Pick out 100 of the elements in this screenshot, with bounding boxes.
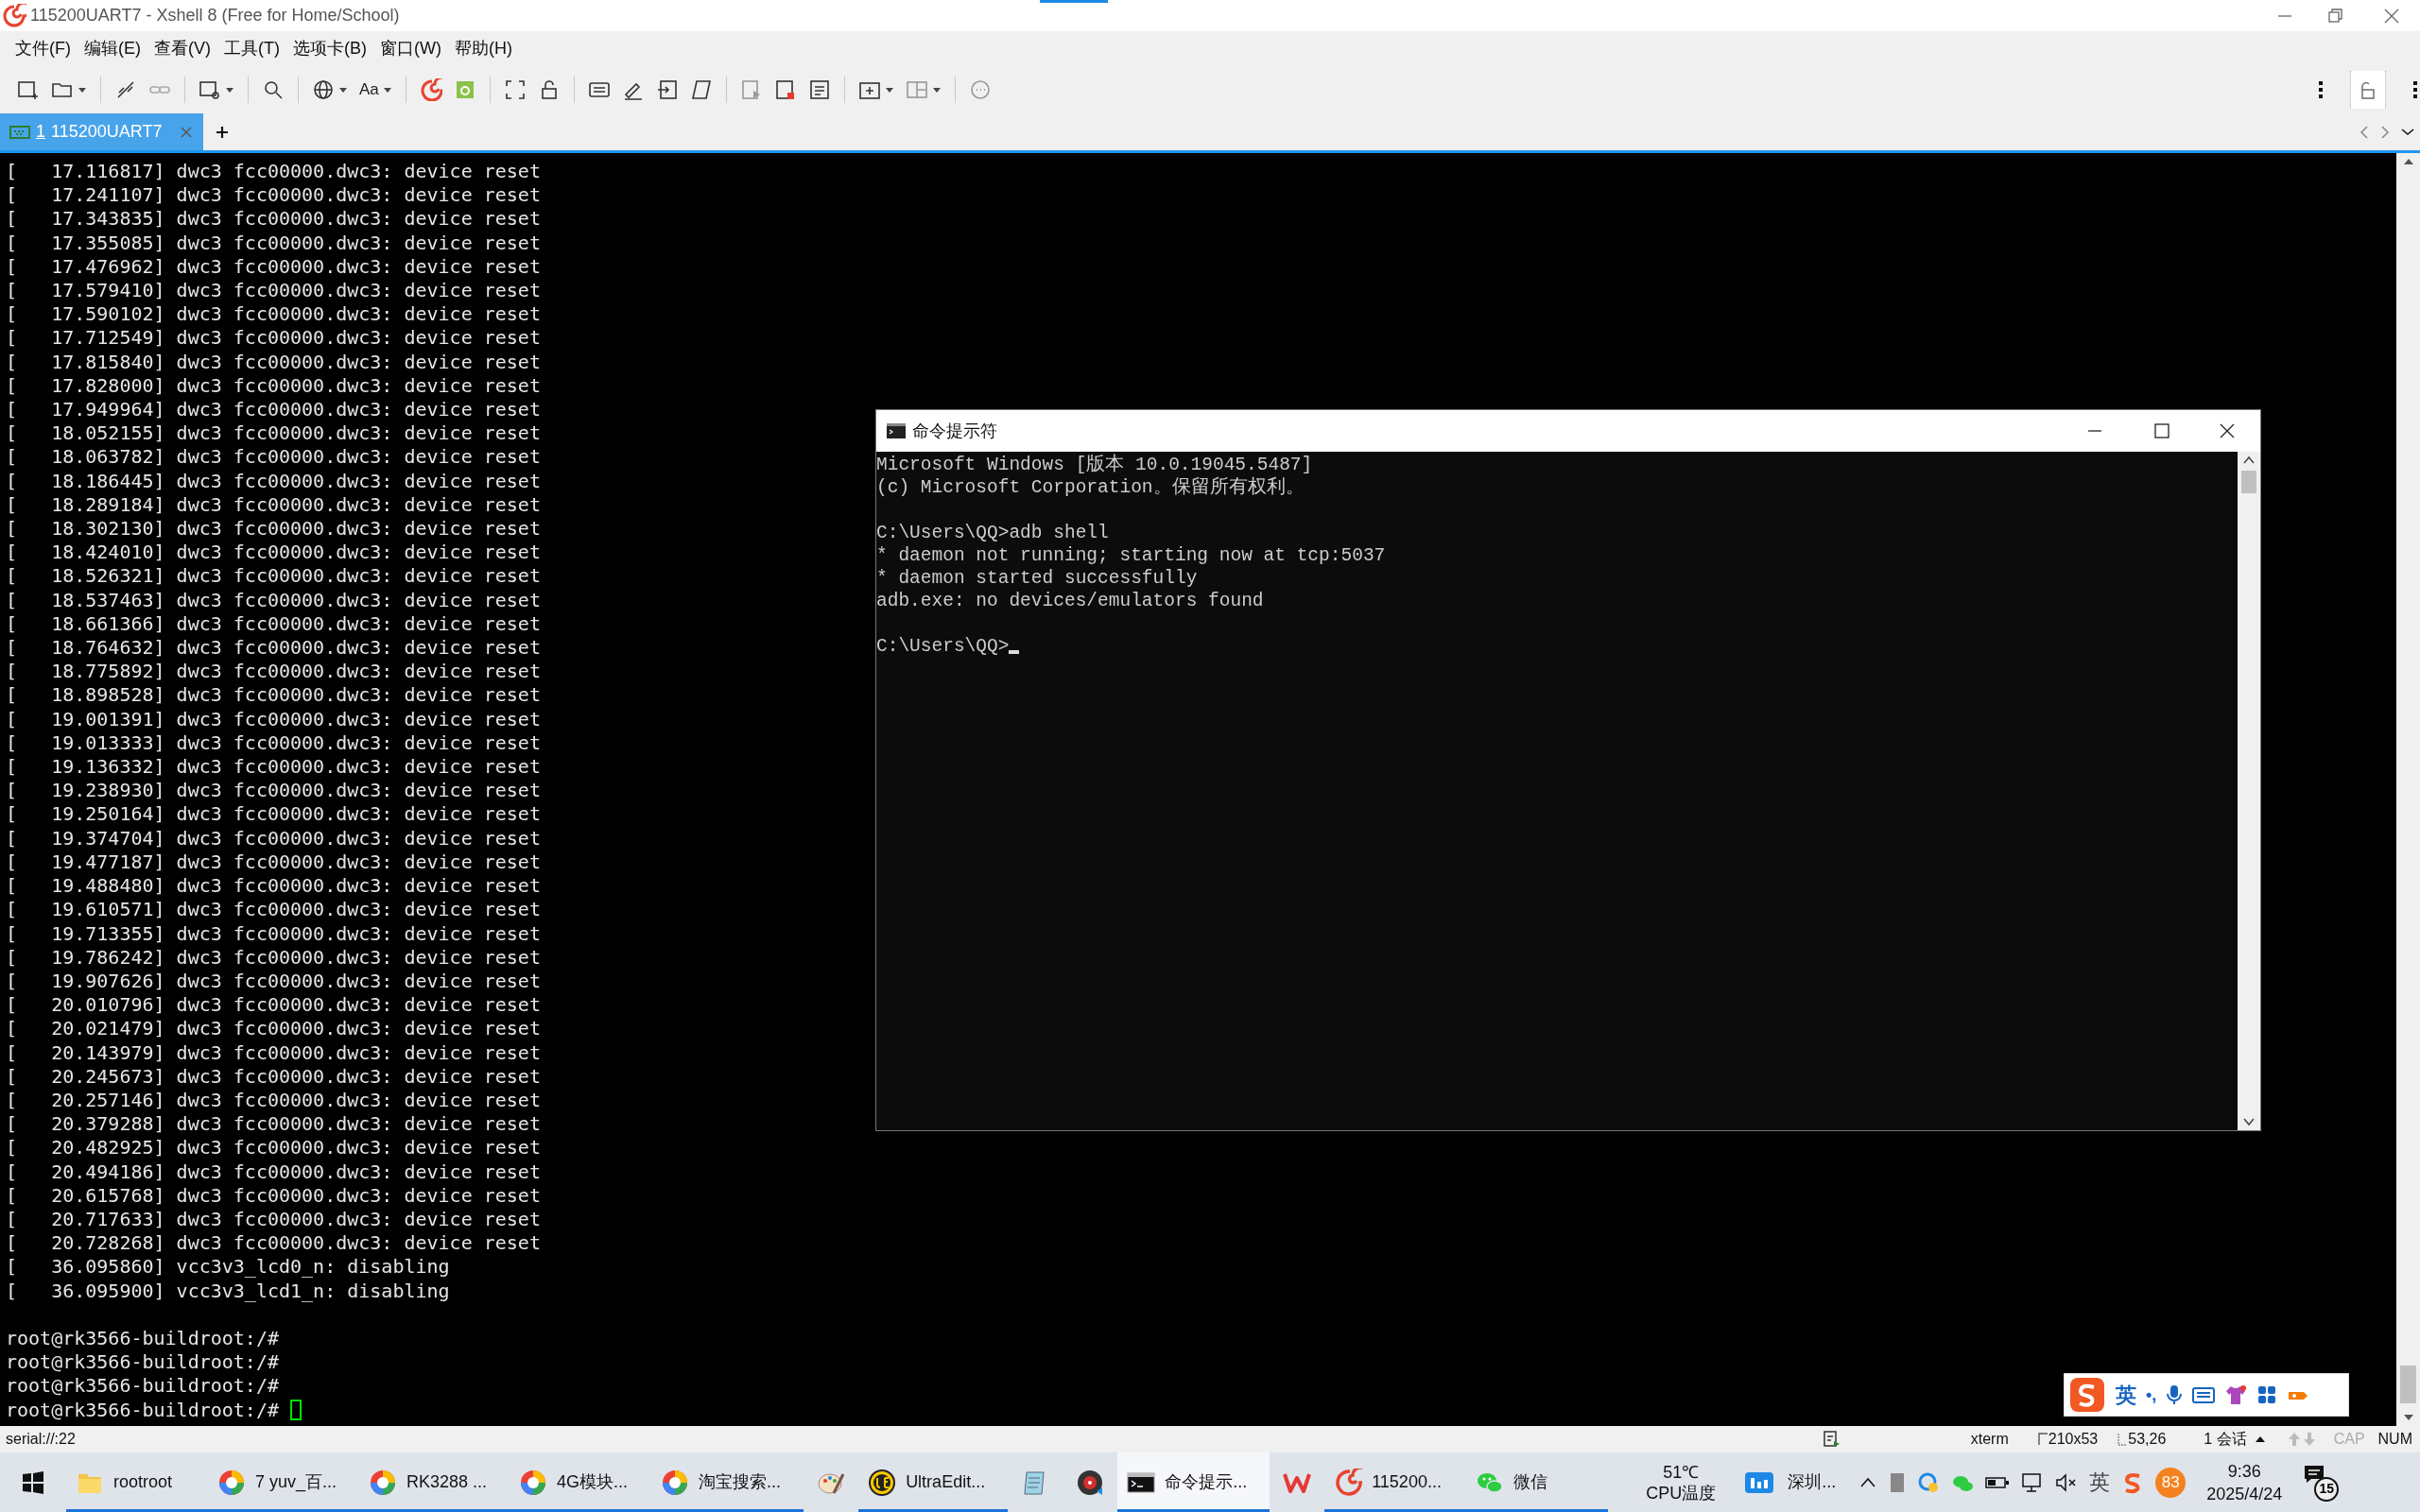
terminal-line: [ 20.482925] dwc3 fcc00000.dwc3: device reset <box>6 1136 541 1160</box>
cloud-sync-icon[interactable] <box>1917 1470 1941 1494</box>
notification-button[interactable]: 15 <box>2303 1463 2342 1502</box>
terminal-line: [ 17.815840] dwc3 fcc00000.dwc3: device reset <box>6 350 541 374</box>
menu-item[interactable]: 工具(T) <box>224 36 280 61</box>
caret-icon[interactable] <box>931 86 942 94</box>
lock-button[interactable] <box>2350 71 2386 109</box>
search-icon[interactable] <box>262 78 285 101</box>
menu-item[interactable]: 选项卡(B) <box>292 36 367 61</box>
microphone-icon[interactable] <box>2166 1383 2184 1406</box>
caret-icon[interactable] <box>225 86 234 94</box>
terminal-line: [ 19.136332] dwc3 fcc00000.dwc3: device reset <box>6 755 541 780</box>
font-button[interactable]: Aa <box>359 77 379 102</box>
caret-icon[interactable] <box>338 86 348 94</box>
taskbar-app[interactable]: 命令提示... <box>1117 1452 1270 1512</box>
taskbar-app[interactable]: RK3288 ... <box>359 1452 510 1512</box>
globe-icon[interactable] <box>312 78 335 101</box>
document-icon[interactable] <box>807 78 831 101</box>
terminal-line: [ 20.615768] dwc3 fcc00000.dwc3: device reset <box>6 1183 541 1208</box>
news-widget[interactable]: 深圳... <box>1744 1469 1837 1496</box>
more-icon[interactable] <box>2318 79 2324 100</box>
terminal-line: [ 19.374704] dwc3 fcc00000.dwc3: device reset <box>6 826 541 850</box>
shirt-icon[interactable] <box>2224 1384 2248 1405</box>
terminal-line: [ 17.590102] dwc3 fcc00000.dwc3: device reset <box>6 302 541 327</box>
caret-up-icon[interactable] <box>2254 1435 2266 1444</box>
terminal-line: [ 19.713355] dwc3 fcc00000.dwc3: device reset <box>6 921 541 946</box>
terminal-line: [ 17.579410] dwc3 fcc00000.dwc3: device reset <box>6 279 541 303</box>
menu-item[interactable]: 查看(V) <box>154 36 211 61</box>
taskbar-app[interactable]: 微信 <box>1466 1452 1609 1512</box>
terminal-line: [ 20.379288] dwc3 fcc00000.dwc3: device reset <box>6 1112 541 1137</box>
clock[interactable]: 9:36 2025/4/24 <box>2206 1459 2283 1505</box>
terminal-line: [ 36.095900] vcc3v3_lcd1_n: disabling <box>6 1279 450 1303</box>
caret-icon[interactable] <box>884 86 894 94</box>
browser-icon <box>661 1468 690 1497</box>
new-session-icon[interactable] <box>17 78 40 101</box>
taskbar-app[interactable]: rootroot <box>66 1452 208 1512</box>
taskbar-app-label: 淘宝搜索... <box>699 1471 783 1493</box>
terminal-line: [ 19.001391] dwc3 fcc00000.dwc3: device reset <box>6 707 541 731</box>
browser-icon <box>519 1468 548 1497</box>
terminal-line: [ 18.898528] dwc3 fcc00000.dwc3: device reset <box>6 683 541 708</box>
terminal-line: [ 18.424010] dwc3 fcc00000.dwc3: device reset <box>6 541 541 565</box>
vertical-scrollbar[interactable] <box>2396 153 2420 1426</box>
terminal-line: [ 19.488480] dwc3 fcc00000.dwc3: device reset <box>6 874 541 899</box>
text-cursor <box>290 1400 302 1421</box>
more-icon[interactable] <box>2412 79 2418 100</box>
transfer-icon[interactable] <box>1821 1430 1841 1449</box>
fullscreen-icon[interactable] <box>503 78 527 101</box>
terminal-line: [ 20.494186] dwc3 fcc00000.dwc3: device reset <box>6 1160 541 1184</box>
login-icon[interactable] <box>655 78 679 101</box>
taskbar-app[interactable]: 淘宝搜索... <box>651 1452 804 1512</box>
book-icon[interactable] <box>1889 1470 1907 1494</box>
script-icon[interactable] <box>689 78 713 101</box>
console-icon <box>886 422 907 439</box>
keyboard-icon[interactable] <box>2192 1385 2216 1404</box>
taskbar-app[interactable]: 4G模块... <box>510 1452 652 1512</box>
terminal-line: [ 19.786242] dwc3 fcc00000.dwc3: device reset <box>6 945 541 970</box>
taskbar-app[interactable]: 115200... <box>1324 1452 1467 1512</box>
terminal-line: [ 18.186445] dwc3 fcc00000.dwc3: device reset <box>6 469 541 493</box>
terminal-line: [ 18.302130] dwc3 fcc00000.dwc3: device reset <box>6 517 541 541</box>
console-line: C:\Users\QQ> <box>876 635 1010 658</box>
terminal-line: [ 20.717633] dwc3 fcc00000.dwc3: device reset <box>6 1207 541 1232</box>
menu-item[interactable]: 帮助(H) <box>454 36 512 61</box>
window-settings-icon[interactable] <box>199 78 221 101</box>
muted-speaker-icon[interactable] <box>2055 1471 2079 1493</box>
caret-icon[interactable] <box>78 86 87 94</box>
battery-icon[interactable] <box>1985 1474 2011 1490</box>
window-title: 命令提示符 <box>912 420 997 442</box>
caret-icon[interactable] <box>382 86 392 94</box>
vertical-scrollbar[interactable] <box>2238 452 2260 1130</box>
cpu-temperature: 51℃ <box>1663 1461 1700 1483</box>
menu-item[interactable]: 窗口(W) <box>379 36 441 61</box>
menu-item[interactable]: 编辑(E) <box>84 36 141 61</box>
terminal-line: [ 20.021479] dwc3 fcc00000.dwc3: device reset <box>6 1017 541 1041</box>
tab-number: 1 <box>36 121 45 143</box>
record-icon[interactable] <box>773 78 797 101</box>
terminal-line: [ 20.728268] dwc3 fcc00000.dwc3: device reset <box>6 1231 541 1256</box>
cursor-position-icon <box>2117 1432 2129 1447</box>
terminal-line: [ 18.764632] dwc3 fcc00000.dwc3: device reset <box>6 636 541 661</box>
spiral-logo-icon[interactable] <box>419 78 442 101</box>
windows-start-icon[interactable] <box>22 1470 44 1494</box>
scrollbar-thumb[interactable] <box>2241 471 2256 493</box>
taskbar-app[interactable]: UltraEdit... <box>858 1452 1009 1512</box>
connection-address: serial://:22 <box>6 1430 76 1449</box>
punctuation-toggle[interactable]: •, <box>2146 1382 2157 1408</box>
message-icon <box>2303 1463 2326 1485</box>
input-mode-toggle[interactable]: 英 <box>2116 1379 2136 1411</box>
console-line: * daemon started successfully <box>876 567 1198 590</box>
grid-icon[interactable] <box>2256 1384 2278 1405</box>
terminal-line: [ 20.257146] dwc3 fcc00000.dwc3: device reset <box>6 1088 541 1113</box>
taskbar-app-label: 7 yuv_百... <box>255 1471 338 1494</box>
console-line: C:\Users\QQ>adb shell <box>876 522 1109 544</box>
clock-time: 9:36 <box>2227 1460 2261 1483</box>
scrollbar-thumb[interactable] <box>2400 1366 2416 1403</box>
menu-item[interactable]: 文件(F) <box>15 36 71 61</box>
terminal-line: [ 19.610571] dwc3 fcc00000.dwc3: device reset <box>6 898 541 922</box>
terminal-line: [ 17.343835] dwc3 fcc00000.dwc3: device reset <box>6 207 541 232</box>
taskbar-app[interactable]: 7 yuv_百... <box>208 1452 360 1512</box>
input-mode-indicator[interactable]: 英 <box>2089 1467 2111 1498</box>
lock-indicator: CAP <box>2333 1430 2365 1449</box>
taskbar-app-label: UltraEdit... <box>906 1471 987 1493</box>
